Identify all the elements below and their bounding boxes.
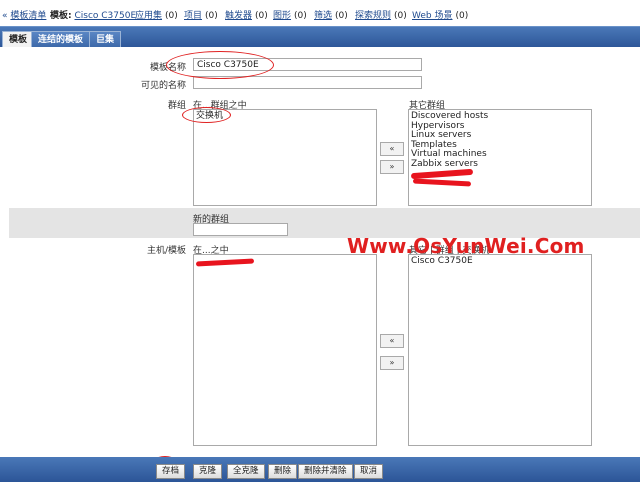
hosts-label: 主机/模板 [146,246,186,256]
applications-link[interactable]: 应用集 (0) [135,8,178,21]
cancel-button[interactable]: 取消 [354,464,384,479]
graphs-link[interactable]: 图形 (0) [273,8,307,21]
delete-button[interactable]: 删除 [268,464,298,479]
template-prefix: 模板: [50,11,72,21]
template-list-link[interactable]: « 模板清单 [2,8,46,21]
other-groups-list[interactable]: Discovered hosts Hypervisors Linux serve… [408,109,592,206]
screens-count: (0) [335,11,348,21]
discovery-count: (0) [394,11,407,21]
save-button[interactable]: 存档 [156,464,186,479]
clone-button[interactable]: 克隆 [193,464,223,479]
tab-template[interactable]: 模板 [2,31,35,48]
in-groups-list[interactable]: 交换机 [193,109,377,206]
in-hosts-list[interactable] [193,254,377,446]
web-label[interactable]: Web 场景 [412,11,452,21]
triggers-count: (0) [255,11,268,21]
items-count: (0) [205,11,218,21]
discovery-label[interactable]: 探索规则 [355,11,391,21]
triggers-label[interactable]: 触发器 [225,11,252,21]
web-count: (0) [455,11,469,21]
graphs-count: (0) [294,11,307,21]
applications-count: (0) [165,11,178,21]
tab-linked-templates[interactable]: 连结的模板 [31,31,91,48]
applications-label[interactable]: 应用集 [135,11,162,21]
template-name-link[interactable]: Cisco C3750E [74,11,136,21]
web-link[interactable]: Web 场景 (0) [412,8,468,21]
graphs-label[interactable]: 图形 [273,11,291,21]
breadcrumb-bar: « 模板清单 模板: Cisco C3750E 应用集 (0) 项目 (0) 触发器… [0,0,640,27]
screens-link[interactable]: 筛选 (0) [314,8,348,21]
annotation-ellipse [166,51,274,79]
move-right-button[interactable]: » [380,160,404,174]
list-item[interactable]: Cisco C3750E [411,256,589,267]
watermark-text: Www.OsYunWei.Com [347,234,585,258]
move-left-button[interactable]: « [380,334,404,348]
chevron-left-icon: « [2,11,8,21]
other-hosts-list[interactable]: Cisco C3750E [408,254,592,446]
annotation-ellipse [182,107,231,123]
tab-macros[interactable]: 巨集 [89,31,122,48]
template-list-label[interactable]: 模板清单 [10,11,46,21]
delete-and-clear-button[interactable]: 删除并清除 [298,464,353,479]
groups-label: 群组 [167,101,186,111]
visible-name-label: 可见的名称 [140,81,186,91]
discovery-link[interactable]: 探索规则 (0) [355,8,407,21]
move-left-button[interactable]: « [380,142,404,156]
move-right-button[interactable]: » [380,356,404,370]
screens-label[interactable]: 筛选 [314,11,332,21]
full-clone-button[interactable]: 全克隆 [227,464,265,479]
items-link[interactable]: 项目 (0) [184,8,218,21]
items-label[interactable]: 项目 [184,11,202,21]
triggers-link[interactable]: 触发器 (0) [225,8,268,21]
tab-strip: 模板 连结的模板 巨集 [0,26,640,48]
list-item[interactable]: Zabbix servers [411,159,589,170]
action-bar: 存档 克隆 全克隆 删除 删除并清除 取消 [0,457,640,482]
new-group-input[interactable] [193,223,288,236]
template-name-crumb: 模板: Cisco C3750E [50,8,136,21]
